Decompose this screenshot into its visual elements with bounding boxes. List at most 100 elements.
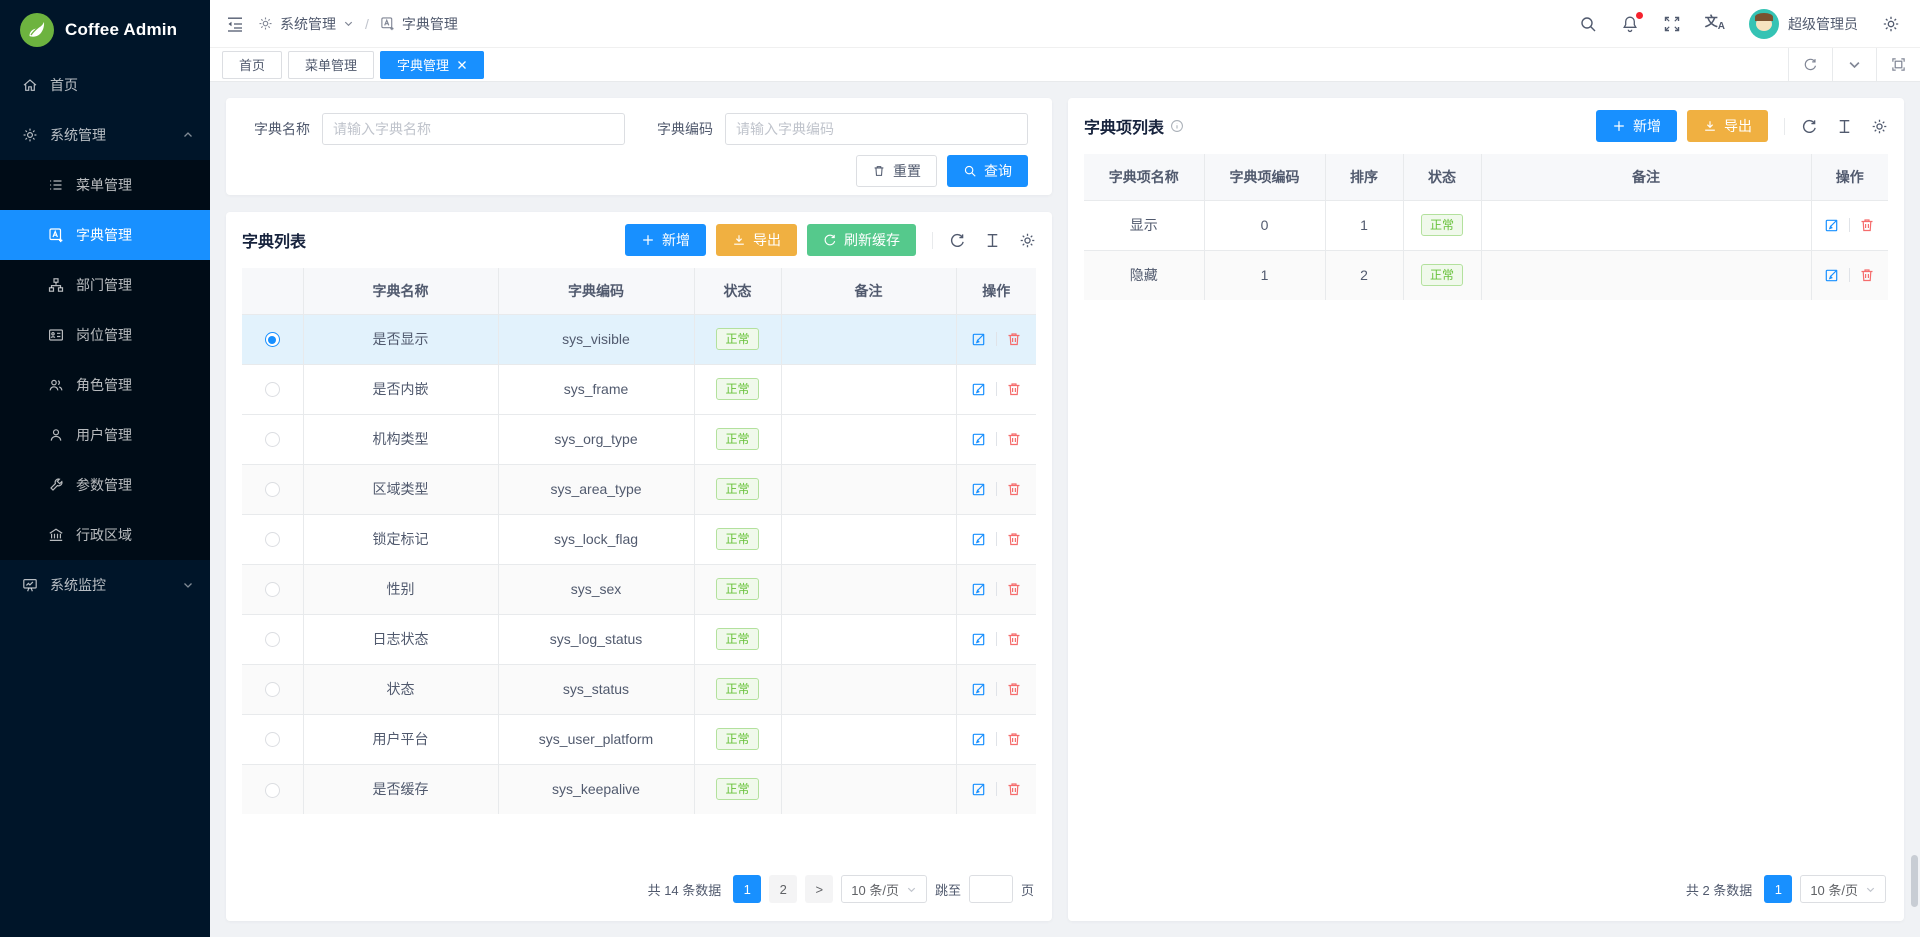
tab-menu-mgmt[interactable]: 菜单管理: [288, 51, 374, 79]
fullscreen-icon[interactable]: [1663, 15, 1681, 33]
delete-icon[interactable]: [1859, 217, 1875, 233]
translate-icon[interactable]: 文A: [1705, 15, 1725, 32]
main-area: 系统管理 / 字典管理 文A 超级管理员 首页 菜单管理: [210, 0, 1920, 937]
edit-icon[interactable]: [971, 781, 987, 797]
edit-icon[interactable]: [971, 731, 987, 747]
table-row[interactable]: 性别sys_sex 正常: [242, 564, 1036, 614]
row-radio[interactable]: [265, 682, 280, 697]
dict-code-input[interactable]: [725, 113, 1028, 145]
page-1-button[interactable]: 1: [733, 875, 761, 903]
export-dict-item-button[interactable]: 导出: [1687, 110, 1768, 142]
column-settings-icon[interactable]: [1871, 118, 1888, 135]
table-row[interactable]: 是否显示sys_visible 正常: [242, 314, 1036, 364]
row-radio[interactable]: [265, 332, 280, 347]
tab-refresh-button[interactable]: [1788, 48, 1832, 81]
user-menu[interactable]: 超级管理员: [1749, 9, 1858, 39]
edit-icon[interactable]: [971, 681, 987, 697]
table-row[interactable]: 状态sys_status 正常: [242, 664, 1036, 714]
settings-gear-icon[interactable]: [1882, 15, 1900, 33]
tab-options-button[interactable]: [1832, 48, 1876, 81]
row-radio[interactable]: [265, 632, 280, 647]
notification-bell[interactable]: [1621, 15, 1639, 33]
delete-icon[interactable]: [1006, 731, 1022, 747]
tab-maximize-button[interactable]: [1876, 48, 1920, 81]
page-2-button[interactable]: 2: [769, 875, 797, 903]
reset-button[interactable]: 重置: [856, 155, 937, 187]
delete-icon[interactable]: [1006, 681, 1022, 697]
add-dict-item-button[interactable]: 新增: [1596, 110, 1677, 142]
table-row[interactable]: 机构类型sys_org_type 正常: [242, 414, 1036, 464]
page-size-select[interactable]: 10 条/页: [841, 875, 927, 903]
row-radio[interactable]: [265, 732, 280, 747]
page-size-select[interactable]: 10 条/页: [1800, 875, 1886, 903]
edit-icon[interactable]: [971, 481, 987, 497]
sidebar-item-param-mgmt[interactable]: 参数管理: [0, 460, 210, 510]
row-radio[interactable]: [265, 783, 280, 798]
scrollbar-thumb[interactable]: [1911, 855, 1918, 907]
query-button[interactable]: 查询: [947, 155, 1028, 187]
page-1-button[interactable]: 1: [1764, 875, 1792, 903]
delete-icon[interactable]: [1006, 781, 1022, 797]
row-height-icon[interactable]: [984, 232, 1001, 249]
sidebar-item-home[interactable]: 首页: [0, 60, 210, 110]
sidebar-item-user-mgmt[interactable]: 用户管理: [0, 410, 210, 460]
next-page-button[interactable]: >: [805, 875, 833, 903]
delete-icon[interactable]: [1006, 431, 1022, 447]
info-icon[interactable]: [1170, 119, 1184, 133]
edit-icon[interactable]: [971, 431, 987, 447]
breadcrumb-level1[interactable]: 系统管理: [280, 14, 336, 34]
sidebar-item-monitor[interactable]: 系统监控: [0, 560, 210, 610]
table-row[interactable]: 区域类型sys_area_type 正常: [242, 464, 1036, 514]
delete-icon[interactable]: [1006, 331, 1022, 347]
sidebar-item-system[interactable]: 系统管理: [0, 110, 210, 160]
delete-icon[interactable]: [1859, 267, 1875, 283]
export-dict-button[interactable]: 导出: [716, 224, 797, 256]
tab-home[interactable]: 首页: [222, 51, 282, 79]
dict-name-input[interactable]: [322, 113, 625, 145]
refresh-table-icon[interactable]: [1801, 118, 1818, 135]
refresh-cache-button[interactable]: 刷新缓存: [807, 224, 916, 256]
delete-icon[interactable]: [1006, 381, 1022, 397]
dict-item-card: 字典项列表 新增 导出: [1068, 98, 1904, 921]
table-row[interactable]: 用户平台sys_user_platform 正常: [242, 714, 1036, 764]
delete-icon[interactable]: [1006, 631, 1022, 647]
sidebar-item-region[interactable]: 行政区域: [0, 510, 210, 560]
edit-icon[interactable]: [1824, 267, 1840, 283]
table-row[interactable]: 显示01 正常: [1084, 200, 1888, 250]
collapse-sidebar-icon[interactable]: [226, 15, 244, 33]
sidebar-item-menu-mgmt[interactable]: 菜单管理: [0, 160, 210, 210]
edit-icon[interactable]: [971, 531, 987, 547]
row-radio[interactable]: [265, 432, 280, 447]
refresh-table-icon[interactable]: [949, 232, 966, 249]
table-row[interactable]: 日志状态sys_log_status 正常: [242, 614, 1036, 664]
edit-icon[interactable]: [971, 381, 987, 397]
sidebar-item-role-mgmt[interactable]: 角色管理: [0, 360, 210, 410]
row-radio[interactable]: [265, 532, 280, 547]
edit-icon[interactable]: [971, 631, 987, 647]
status-badge: 正常: [1421, 214, 1463, 236]
table-row[interactable]: 隐藏12 正常: [1084, 250, 1888, 300]
edit-icon[interactable]: [971, 581, 987, 597]
delete-icon[interactable]: [1006, 481, 1022, 497]
tab-dict-mgmt[interactable]: 字典管理: [380, 51, 484, 79]
edit-icon[interactable]: [1824, 217, 1840, 233]
row-radio[interactable]: [265, 482, 280, 497]
add-dict-button[interactable]: 新增: [625, 224, 706, 256]
sidebar-item-dict-mgmt[interactable]: 字典管理: [0, 210, 210, 260]
close-icon[interactable]: [457, 60, 467, 70]
column-settings-icon[interactable]: [1019, 232, 1036, 249]
sidebar-item-post-mgmt[interactable]: 岗位管理: [0, 310, 210, 360]
delete-icon[interactable]: [1006, 581, 1022, 597]
jump-page-input[interactable]: [969, 875, 1013, 903]
row-radio[interactable]: [265, 382, 280, 397]
table-row[interactable]: 锁定标记sys_lock_flag 正常: [242, 514, 1036, 564]
edit-icon[interactable]: [971, 331, 987, 347]
search-icon[interactable]: [1579, 15, 1597, 33]
delete-icon[interactable]: [1006, 531, 1022, 547]
tabbar: 首页 菜单管理 字典管理: [210, 48, 1920, 82]
table-row[interactable]: 是否缓存sys_keepalive 正常: [242, 764, 1036, 814]
table-row[interactable]: 是否内嵌sys_frame 正常: [242, 364, 1036, 414]
sidebar-item-dept-mgmt[interactable]: 部门管理: [0, 260, 210, 310]
row-radio[interactable]: [265, 582, 280, 597]
row-height-icon[interactable]: [1836, 118, 1853, 135]
